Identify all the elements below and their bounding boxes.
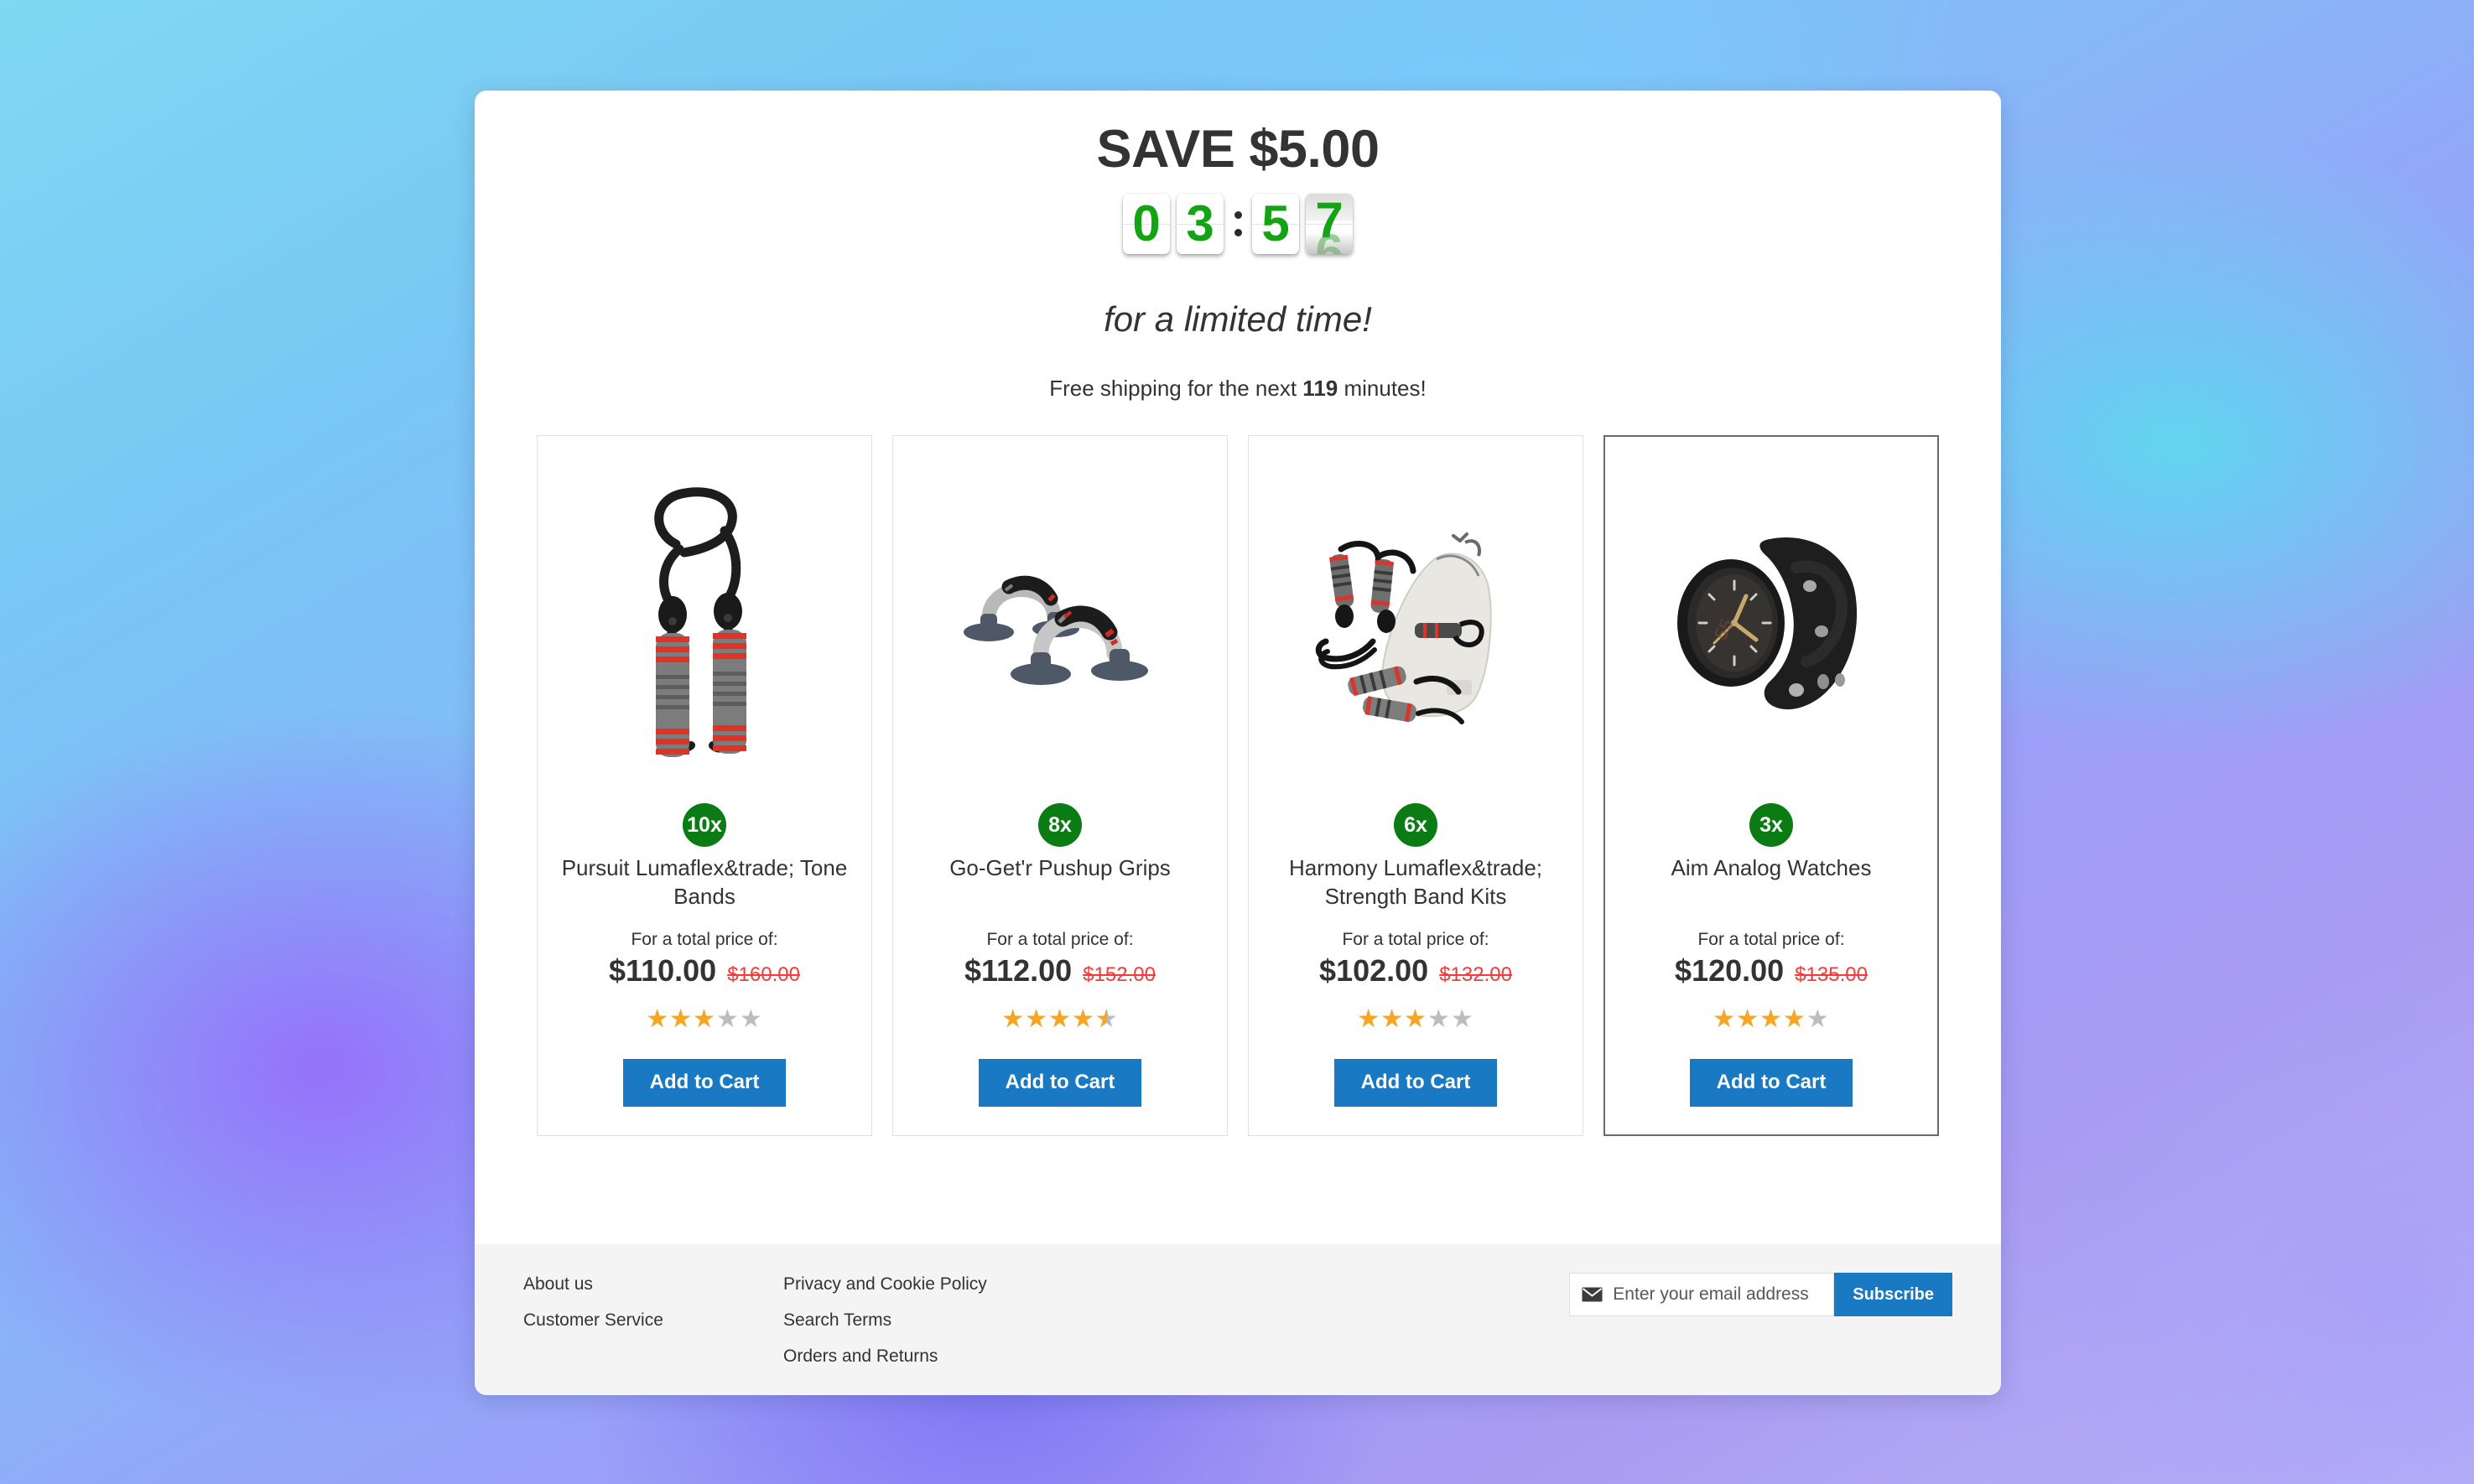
subscribe-button[interactable]: Subscribe [1834, 1273, 1952, 1316]
countdown-digit-minutes-ones: 6 7 [1306, 194, 1353, 255]
countdown-digit-hours-tens: 0 [1123, 194, 1170, 255]
email-field[interactable] [1613, 1284, 1822, 1305]
limited-time-subtitle: for a limited time! [1104, 299, 1372, 340]
analog-watch-image: 55 [1677, 537, 1858, 710]
product-card[interactable]: 6x Harmony Lumaflex&trade; Strength Band… [1248, 435, 1583, 1136]
countdown-digit-minutes-tens: 5 [1252, 194, 1299, 255]
quantity-badge: 3x [1749, 803, 1793, 848]
countdown-colon-separator [1227, 194, 1249, 254]
footer-link-customer-service[interactable]: Customer Service [523, 1310, 663, 1331]
footer-link-about-us[interactable]: About us [523, 1274, 593, 1295]
handle-left [656, 633, 689, 758]
digit-value: 3 [1186, 195, 1214, 252]
star-rating: ★★★★★ ★★★★★ [1357, 1007, 1473, 1032]
product-grid: 10x Pursuit Lumaflex&trade; Tone Bands F… [475, 435, 2001, 1136]
footer-link-privacy-policy[interactable]: Privacy and Cookie Policy [783, 1274, 987, 1295]
product-name: Pursuit Lumaflex&trade; Tone Bands [561, 855, 848, 910]
quantity-badge: 8x [1038, 803, 1082, 848]
free-shipping-notice: Free shipping for the next 119 minutes! [475, 376, 2001, 402]
colon-dot-bottom [1234, 229, 1242, 237]
add-to-cart-button[interactable]: Add to Cart [1689, 1059, 1853, 1107]
footer-link-search-terms[interactable]: Search Terms [783, 1310, 891, 1331]
footer-links-column-one: About us Customer Service [523, 1274, 783, 1331]
handle-right [713, 630, 746, 755]
countdown-digit-hours-ones: 3 [1177, 194, 1224, 255]
product-image: 55 [1618, 449, 1925, 800]
price-label: For a total price of: [1697, 930, 1845, 950]
footer-link-orders-and-returns[interactable]: Orders and Returns [783, 1346, 938, 1367]
stars-filled-icon: ★★★★★ [646, 1007, 716, 1033]
price-new: $110.00 [609, 953, 717, 988]
price-old: $132.00 [1439, 963, 1512, 987]
pushup-grips-image [964, 576, 1148, 686]
product-image [551, 449, 858, 800]
footer-links-column-two: Privacy and Cookie Policy Search Terms O… [783, 1274, 1569, 1367]
product-image [907, 449, 1214, 800]
page-footer: About us Customer Service Privacy and Co… [475, 1244, 2001, 1395]
price-label: For a total price of: [1342, 930, 1489, 950]
promo-page-container: SAVE $5.00 0 3 5 6 7 for a limited time! [475, 91, 2001, 1395]
promo-header: SAVE $5.00 0 3 5 6 7 for a limited time! [475, 91, 2001, 402]
star-rating: ★★★★★ ★★★★★ [1001, 1007, 1118, 1032]
price-new: $120.00 [1675, 953, 1785, 988]
colon-dot-top [1234, 211, 1242, 220]
stars-filled-icon: ★★★★★ [1001, 1007, 1107, 1033]
product-image [1262, 449, 1569, 800]
page-title: SAVE $5.00 [1096, 120, 1380, 179]
countdown-timer: 0 3 5 6 7 [475, 194, 2001, 264]
product-name: Harmony Lumaflex&trade; Strength Band Ki… [1288, 855, 1543, 910]
star-rating: ★★★★★ ★★★★★ [1713, 1007, 1829, 1032]
price-old: $135.00 [1795, 963, 1868, 987]
price-old: $152.00 [1083, 963, 1156, 987]
product-card[interactable]: 8x Go-Get'r Pushup Grips For a total pri… [892, 435, 1228, 1136]
price-old: $160.00 [727, 963, 800, 987]
add-to-cart-button[interactable]: Add to Cart [622, 1059, 787, 1107]
quantity-badge: 10x [683, 803, 726, 848]
price-row: $120.00 $135.00 [1675, 953, 1868, 988]
stars-filled-icon: ★★★★★ [1713, 1007, 1806, 1033]
price-row: $110.00 $160.00 [609, 953, 800, 988]
product-card[interactable]: 10x Pursuit Lumaflex&trade; Tone Bands F… [537, 435, 872, 1136]
price-label: For a total price of: [986, 930, 1134, 950]
email-input-wrapper [1569, 1273, 1835, 1316]
quantity-badge: 6x [1394, 803, 1437, 848]
digit-value: 5 [1261, 195, 1290, 252]
price-new: $112.00 [964, 953, 1073, 988]
grip-front [1011, 605, 1148, 686]
strength-band-kit-image [1315, 532, 1492, 725]
price-new: $102.00 [1319, 953, 1429, 988]
free-shipping-minutes: 119 [1302, 376, 1338, 402]
price-row: $112.00 $152.00 [964, 953, 1156, 988]
add-to-cart-button[interactable]: Add to Cart [1333, 1059, 1498, 1107]
free-shipping-prefix: Free shipping for the next [1049, 376, 1303, 402]
add-to-cart-button[interactable]: Add to Cart [978, 1059, 1142, 1107]
envelope-icon [1582, 1287, 1603, 1302]
price-row: $102.00 $132.00 [1319, 953, 1512, 988]
product-card[interactable]: 55 3x Aim Analog Watches For a total pri… [1603, 435, 1939, 1136]
flip-shadow-overlay [1306, 232, 1353, 255]
free-shipping-suffix: minutes! [1338, 376, 1427, 402]
resistance-band-image [654, 487, 746, 758]
product-name: Go-Get'r Pushup Grips [949, 855, 1171, 881]
stars-filled-icon: ★★★★★ [1357, 1007, 1427, 1033]
star-rating: ★★★★★ ★★★★★ [646, 1007, 762, 1032]
newsletter-signup-form: Subscribe [1569, 1273, 1952, 1316]
product-name: Aim Analog Watches [1671, 855, 1872, 881]
price-label: For a total price of: [631, 930, 778, 950]
digit-value: 0 [1132, 195, 1161, 252]
